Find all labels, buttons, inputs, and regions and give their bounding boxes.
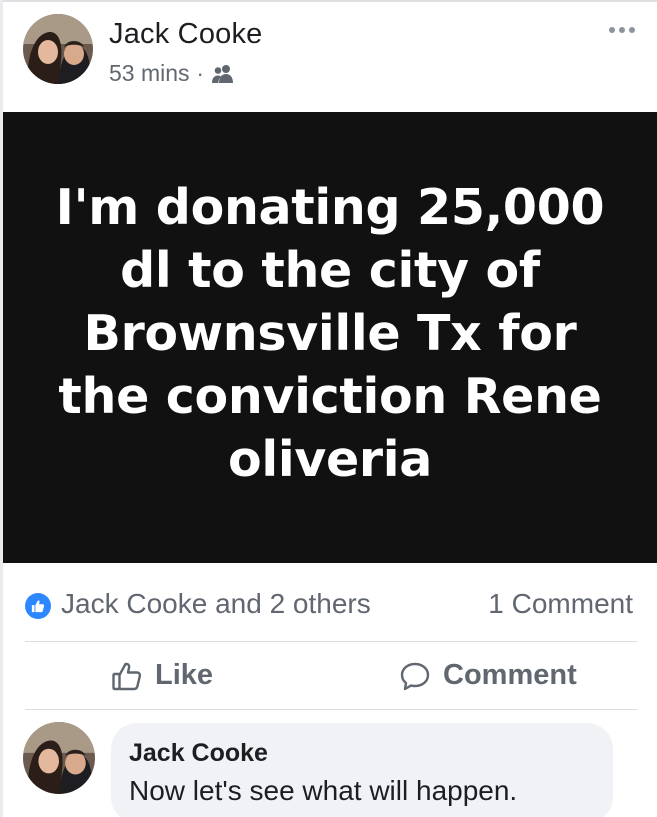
reactors-link[interactable]: Jack Cooke and 2 others <box>61 588 371 620</box>
avatar-photo-icon <box>23 14 93 84</box>
author-name[interactable]: Jack Cooke <box>109 18 263 51</box>
post-meta: 53 mins · <box>109 60 235 87</box>
commenter-avatar[interactable] <box>23 722 95 794</box>
comment-text: Now let's see what will happen. <box>129 775 518 806</box>
friends-icon[interactable] <box>211 64 235 84</box>
more-dot <box>619 27 625 33</box>
post-actions: Like Comment <box>3 642 657 709</box>
like-badge-icon <box>25 593 51 619</box>
comment-bubble: Jack Cooke Now let's see what will happe… <box>111 723 613 817</box>
post-header: Jack Cooke 53 mins · <box>3 0 657 112</box>
more-dot <box>609 27 615 33</box>
post-timestamp[interactable]: 53 mins <box>109 60 190 87</box>
meta-separator: · <box>196 60 204 86</box>
comment-label: Comment <box>443 659 577 691</box>
like-button[interactable]: Like <box>111 642 213 709</box>
more-dot <box>629 27 635 33</box>
facebook-post: Jack Cooke 53 mins · I'm donating 25,000… <box>3 0 657 817</box>
comment-author[interactable]: Jack Cooke <box>129 739 268 768</box>
comment-count-link[interactable]: 1 Comment <box>488 588 633 620</box>
author-avatar[interactable] <box>23 14 93 84</box>
avatar-photo-icon <box>23 722 95 794</box>
status-background-card: I'm donating 25,000 dl to the city of Br… <box>3 112 657 563</box>
reactions-summary: Jack Cooke and 2 others 1 Comment <box>3 563 657 641</box>
like-label: Like <box>155 659 214 691</box>
status-text: I'm donating 25,000 dl to the city of Br… <box>55 179 605 488</box>
more-options-icon[interactable] <box>609 24 639 36</box>
divider <box>25 709 637 710</box>
speech-bubble-icon <box>399 660 431 692</box>
comment-button[interactable]: Comment <box>399 642 577 709</box>
thumbs-up-icon <box>111 660 143 692</box>
